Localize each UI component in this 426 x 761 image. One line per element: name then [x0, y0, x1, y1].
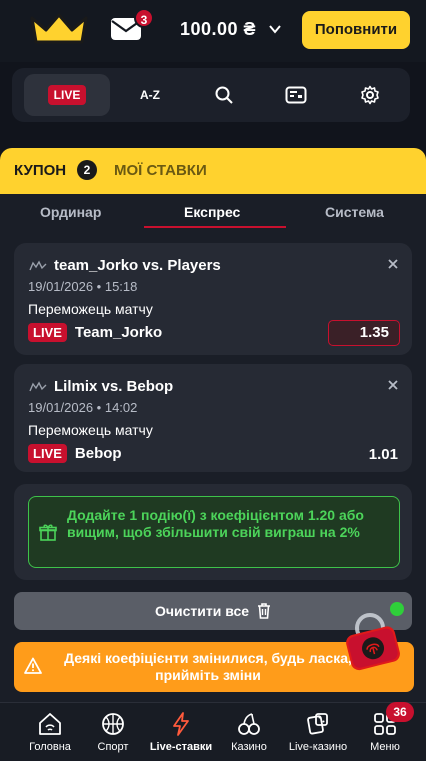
bet-date: 19/01/2026 • 14:02 [28, 400, 138, 415]
nav-az-tab[interactable]: A-Z [120, 74, 180, 116]
tab-system[interactable]: Система [325, 204, 384, 220]
coupon-tab[interactable]: КУПОН [14, 162, 66, 179]
esports-icon [29, 381, 47, 391]
ticket-icon [285, 86, 307, 104]
menu-count-badge: 36 [386, 702, 414, 722]
crown-logo-icon[interactable] [28, 12, 90, 46]
bottom-nav-label: Меню [370, 741, 400, 753]
tab-single[interactable]: Ординар [40, 204, 101, 220]
tab-express[interactable]: Експрес [184, 204, 240, 220]
bet-card: Lilmix vs. Bebop 19/01/2026 • 14:02 Пере… [14, 364, 412, 472]
warning-text: Деякі коефіцієнти змінилися, будь ласка,… [64, 650, 352, 683]
close-icon[interactable] [386, 257, 400, 271]
home-icon [39, 713, 61, 735]
promo-container: Додайте 1 подію(ї) з коефіцієнтом 1.20 а… [14, 484, 412, 580]
bottom-nav-home[interactable]: Головна [15, 711, 85, 753]
clear-all-label: Очистити все [154, 603, 250, 619]
az-label: A-Z [140, 88, 160, 102]
nav-settings-tab[interactable] [340, 74, 400, 116]
coupon-count-badge: 2 [77, 160, 97, 180]
bet-odds[interactable]: 1.35 [328, 320, 400, 346]
bottom-nav-sport[interactable]: Спорт [78, 711, 148, 753]
bet-card: team_Jorko vs. Players 19/01/2026 • 15:1… [14, 243, 412, 355]
lightning-icon [173, 712, 189, 736]
bottom-nav: Головна Спорт Live-ставки Казино Live-ка… [0, 702, 426, 761]
nav-live-tab[interactable]: LIVE [24, 74, 110, 116]
boost-promo-banner: Додайте 1 подію(ї) з коефіцієнтом 1.20 а… [28, 496, 400, 568]
fingerprint-lock-icon[interactable] [336, 600, 410, 674]
live-badge: LIVE [28, 323, 67, 342]
sport-nav-bar: LIVE A-Z [12, 68, 410, 122]
live-badge: LIVE [28, 444, 67, 463]
coupon-header: КУПОН 2 МОЇ СТАВКИ [0, 148, 426, 194]
bottom-nav-live-casino[interactable]: Live-казино [283, 711, 353, 753]
cherries-icon [238, 713, 260, 735]
mail-count-badge: 3 [134, 8, 154, 28]
warning-icon [24, 657, 42, 674]
esports-icon [29, 260, 47, 270]
bet-event-name: team_Jorko vs. Players [54, 257, 221, 274]
bet-odds[interactable]: 1.01 [369, 446, 398, 463]
bottom-nav-live-bets[interactable]: Live-ставки [146, 711, 216, 753]
dice-cards-icon [307, 713, 328, 735]
bet-event-title: Lilmix vs. Bebop [28, 378, 173, 395]
search-icon [215, 86, 233, 104]
bottom-nav-label: Головна [29, 741, 71, 753]
bet-pick: LIVE Team_Jorko [28, 323, 162, 342]
my-bets-tab[interactable]: МОЇ СТАВКИ [114, 162, 207, 179]
bet-date: 19/01/2026 • 15:18 [28, 279, 138, 294]
top-header: 3 100.00 ₴ Поповнити [0, 0, 426, 62]
bet-event-name: Lilmix vs. Bebop [54, 378, 174, 395]
bottom-nav-label: Live-казино [288, 741, 348, 753]
topup-button[interactable]: Поповнити [302, 11, 410, 49]
close-icon[interactable] [386, 378, 400, 392]
bottom-nav-label: Live-ставки [149, 741, 213, 753]
live-badge: LIVE [47, 85, 87, 105]
gear-icon [361, 85, 379, 105]
bottom-nav-label: Казино [231, 741, 267, 753]
nav-betslip-tab[interactable] [266, 74, 326, 116]
bet-pick-name: Bebop [74, 445, 122, 462]
chevron-down-icon[interactable] [268, 22, 282, 36]
gift-icon [39, 524, 57, 541]
bet-type-tabs: Ординар Експрес Система [0, 194, 426, 230]
bet-pick: LIVE Bebop [28, 444, 122, 463]
bet-event-title: team_Jorko vs. Players [28, 257, 221, 274]
active-tab-indicator [144, 226, 286, 228]
bet-pick-name: Team_Jorko [74, 324, 163, 341]
basketball-icon [102, 713, 124, 735]
nav-search-tab[interactable] [194, 74, 254, 116]
bet-market: Переможець матчу [28, 422, 153, 438]
trash-icon [258, 603, 271, 619]
bet-market: Переможець матчу [28, 301, 153, 317]
bottom-nav-label: Спорт [97, 741, 129, 753]
promo-text: Додайте 1 подію(ї) з коефіцієнтом 1.20 а… [67, 507, 364, 540]
balance-amount[interactable]: 100.00 ₴ [180, 19, 256, 40]
bottom-nav-casino[interactable]: Казино [214, 711, 284, 753]
